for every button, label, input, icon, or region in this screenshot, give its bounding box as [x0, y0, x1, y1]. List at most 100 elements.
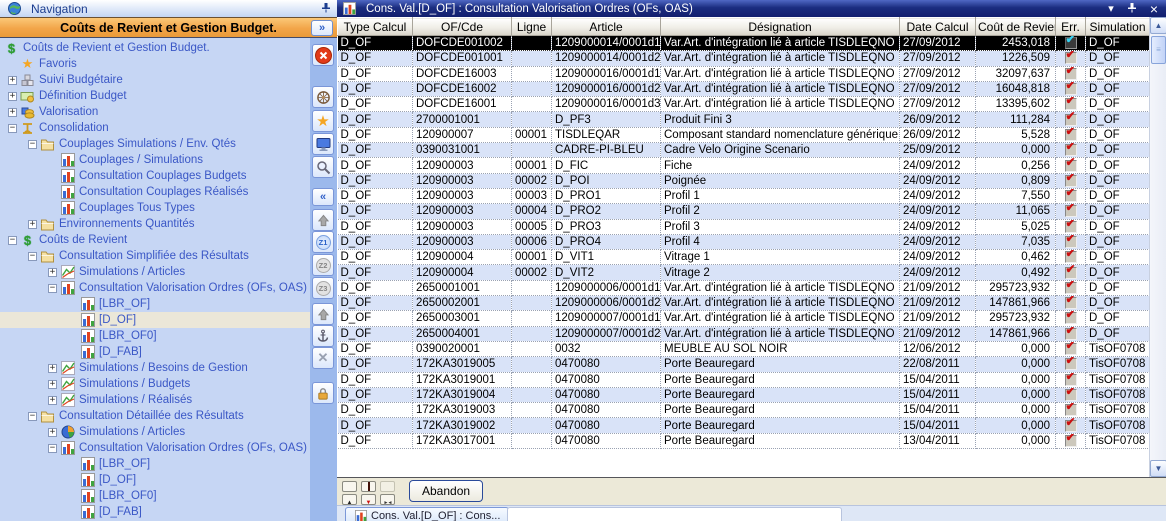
cell-err[interactable]: ✔: [1056, 188, 1086, 203]
column-header-type-calcul[interactable]: Type Calcul: [338, 18, 413, 36]
cell[interactable]: 13395,602: [976, 97, 1056, 112]
cell[interactable]: 2650001001: [413, 280, 512, 295]
table-row-120900004[interactable]: D_OF12090000400001D_VIT1Vitrage 124/09/2…: [338, 250, 1150, 265]
cell[interactable]: 12/06/2012: [900, 341, 976, 356]
table-row-0390031001[interactable]: D_OF0390031001CADRE-PI-BLEUCadre Velo Or…: [338, 143, 1150, 158]
tree-item-lbr-of0[interactable]: [LBR_OF0]: [0, 488, 310, 504]
cell[interactable]: D_OF: [338, 51, 413, 66]
cell[interactable]: Profil 1: [661, 188, 900, 203]
cell[interactable]: 0470080: [552, 357, 661, 372]
cell[interactable]: D_OF: [338, 173, 413, 188]
cell[interactable]: Fiche: [661, 158, 900, 173]
cell[interactable]: Var.Art. d'intégration lié à article TIS…: [661, 36, 900, 51]
cell[interactable]: 2650004001: [413, 326, 512, 341]
cell-simulation[interactable]: TisOF0708: [1086, 341, 1150, 356]
tree-item-consolidation[interactable]: −Consolidation: [0, 120, 310, 136]
cell[interactable]: [512, 311, 552, 326]
cell[interactable]: 22/08/2011: [900, 357, 976, 372]
column-header-article[interactable]: Article: [552, 18, 661, 36]
cell[interactable]: 00004: [512, 204, 552, 219]
cell[interactable]: D_OF: [338, 341, 413, 356]
record-firstlast-button[interactable]: ►◄: [380, 494, 395, 505]
cell[interactable]: [512, 66, 552, 81]
plus-expander-icon[interactable]: +: [8, 108, 17, 117]
move-up-button[interactable]: [312, 209, 334, 231]
cell[interactable]: 0,000: [976, 403, 1056, 418]
cell[interactable]: D_OF: [338, 265, 413, 280]
cell-err[interactable]: ✔: [1056, 357, 1086, 372]
cell[interactable]: 0470080: [552, 418, 661, 433]
search-button[interactable]: [312, 156, 334, 178]
plus-expander-icon[interactable]: +: [48, 380, 57, 389]
delete-button[interactable]: ✕: [312, 347, 334, 369]
cell[interactable]: 5,025: [976, 219, 1056, 234]
cell[interactable]: D_OF: [338, 112, 413, 127]
scroll-down-icon[interactable]: ▼: [1150, 460, 1166, 477]
cell-simulation[interactable]: D_OF: [1086, 219, 1150, 234]
cell[interactable]: 27/09/2012: [900, 36, 976, 51]
tree-item-consultation-valorisation-ordres-ofs-oas[interactable]: −Consultation Valorisation Ordres (OFs, …: [0, 280, 310, 296]
cell-simulation[interactable]: D_OF: [1086, 280, 1150, 295]
table-row-0390020001[interactable]: D_OF03900200010032MEUBLE AU SOL NOIR12/0…: [338, 341, 1150, 356]
table-row-dofcde001002[interactable]: D_OFDOFCDE0010021209000014/0001d1Var.Art…: [338, 36, 1150, 51]
zoom2-button[interactable]: Z2: [312, 254, 334, 276]
cell[interactable]: 147861,966: [976, 296, 1056, 311]
cell-err[interactable]: ✔: [1056, 372, 1086, 387]
minus-expander-icon[interactable]: −: [28, 252, 37, 261]
cell[interactable]: 2453,018: [976, 36, 1056, 51]
tree-item-co-ts-de-revient[interactable]: −$Coûts de Revient: [0, 232, 310, 248]
cell[interactable]: D_OF: [338, 357, 413, 372]
cell[interactable]: 172KA3019004: [413, 387, 512, 402]
err-checkbox[interactable]: ✔: [1065, 374, 1077, 386]
err-checkbox[interactable]: ✔: [1065, 98, 1077, 110]
cell[interactable]: D_PRO2: [552, 204, 661, 219]
cell[interactable]: DOFCDE001002: [413, 36, 512, 51]
cell[interactable]: Profil 3: [661, 219, 900, 234]
cell[interactable]: [512, 372, 552, 387]
cell[interactable]: Var.Art. d'intégration lié à article TIS…: [661, 81, 900, 96]
tree-item-couplages-tous-types[interactable]: Couplages Tous Types: [0, 200, 310, 216]
cell[interactable]: [512, 143, 552, 158]
tree-item-simulations-besoins-de-gestion[interactable]: +Simulations / Besoins de Gestion: [0, 360, 310, 376]
cell[interactable]: D_OF: [338, 234, 413, 249]
cell[interactable]: D_OF: [338, 403, 413, 418]
err-checkbox[interactable]: ✔: [1065, 297, 1077, 309]
cell[interactable]: [512, 36, 552, 51]
cell[interactable]: 7,035: [976, 234, 1056, 249]
cell[interactable]: Vitrage 1: [661, 250, 900, 265]
promote-button[interactable]: [312, 303, 334, 325]
record-bookmark-button[interactable]: [361, 481, 376, 492]
cell[interactable]: 2650002001: [413, 296, 512, 311]
cell[interactable]: Porte Beauregard: [661, 403, 900, 418]
cell[interactable]: 1209000014/0001d2: [552, 51, 661, 66]
cell[interactable]: 1209000006/0001d1: [552, 280, 661, 295]
cell[interactable]: 120900003: [413, 219, 512, 234]
cell[interactable]: 00002: [512, 173, 552, 188]
zoom1-button[interactable]: Z1: [312, 231, 334, 253]
cell-err[interactable]: ✔: [1056, 204, 1086, 219]
cell[interactable]: 00005: [512, 219, 552, 234]
cell[interactable]: 24/09/2012: [900, 234, 976, 249]
cell[interactable]: 5,528: [976, 127, 1056, 142]
cell[interactable]: [512, 296, 552, 311]
cell[interactable]: D_OF: [338, 127, 413, 142]
cell[interactable]: D_OF: [338, 311, 413, 326]
double-chevron-right-icon[interactable]: »: [311, 20, 333, 36]
cell[interactable]: Porte Beauregard: [661, 433, 900, 448]
cell-simulation[interactable]: TisOF0708: [1086, 433, 1150, 448]
cell[interactable]: 120900004: [413, 250, 512, 265]
cell[interactable]: 21/09/2012: [900, 296, 976, 311]
cell[interactable]: Var.Art. d'intégration lié à article TIS…: [661, 280, 900, 295]
plus-expander-icon[interactable]: +: [48, 268, 57, 277]
table-row-120900003[interactable]: D_OF12090000300003D_PRO1Profil 124/09/20…: [338, 188, 1150, 203]
cell[interactable]: 1209000016/0001d3: [552, 97, 661, 112]
cell[interactable]: D_OF: [338, 326, 413, 341]
cell[interactable]: [512, 81, 552, 96]
tree-item-consultation-couplages-r-alis-s[interactable]: Consultation Couplages Réalisés: [0, 184, 310, 200]
tree-item-consultation-couplages-budgets[interactable]: Consultation Couplages Budgets: [0, 168, 310, 184]
cell[interactable]: 1209000016/0001d1: [552, 66, 661, 81]
tree-item-lbr-of[interactable]: [LBR_OF]: [0, 296, 310, 312]
cell-err[interactable]: ✔: [1056, 51, 1086, 66]
cell[interactable]: 2650003001: [413, 311, 512, 326]
tree-item-consultation-simplifi-e-des-r-sultats[interactable]: −Consultation Simplifiée des Résultats: [0, 248, 310, 264]
